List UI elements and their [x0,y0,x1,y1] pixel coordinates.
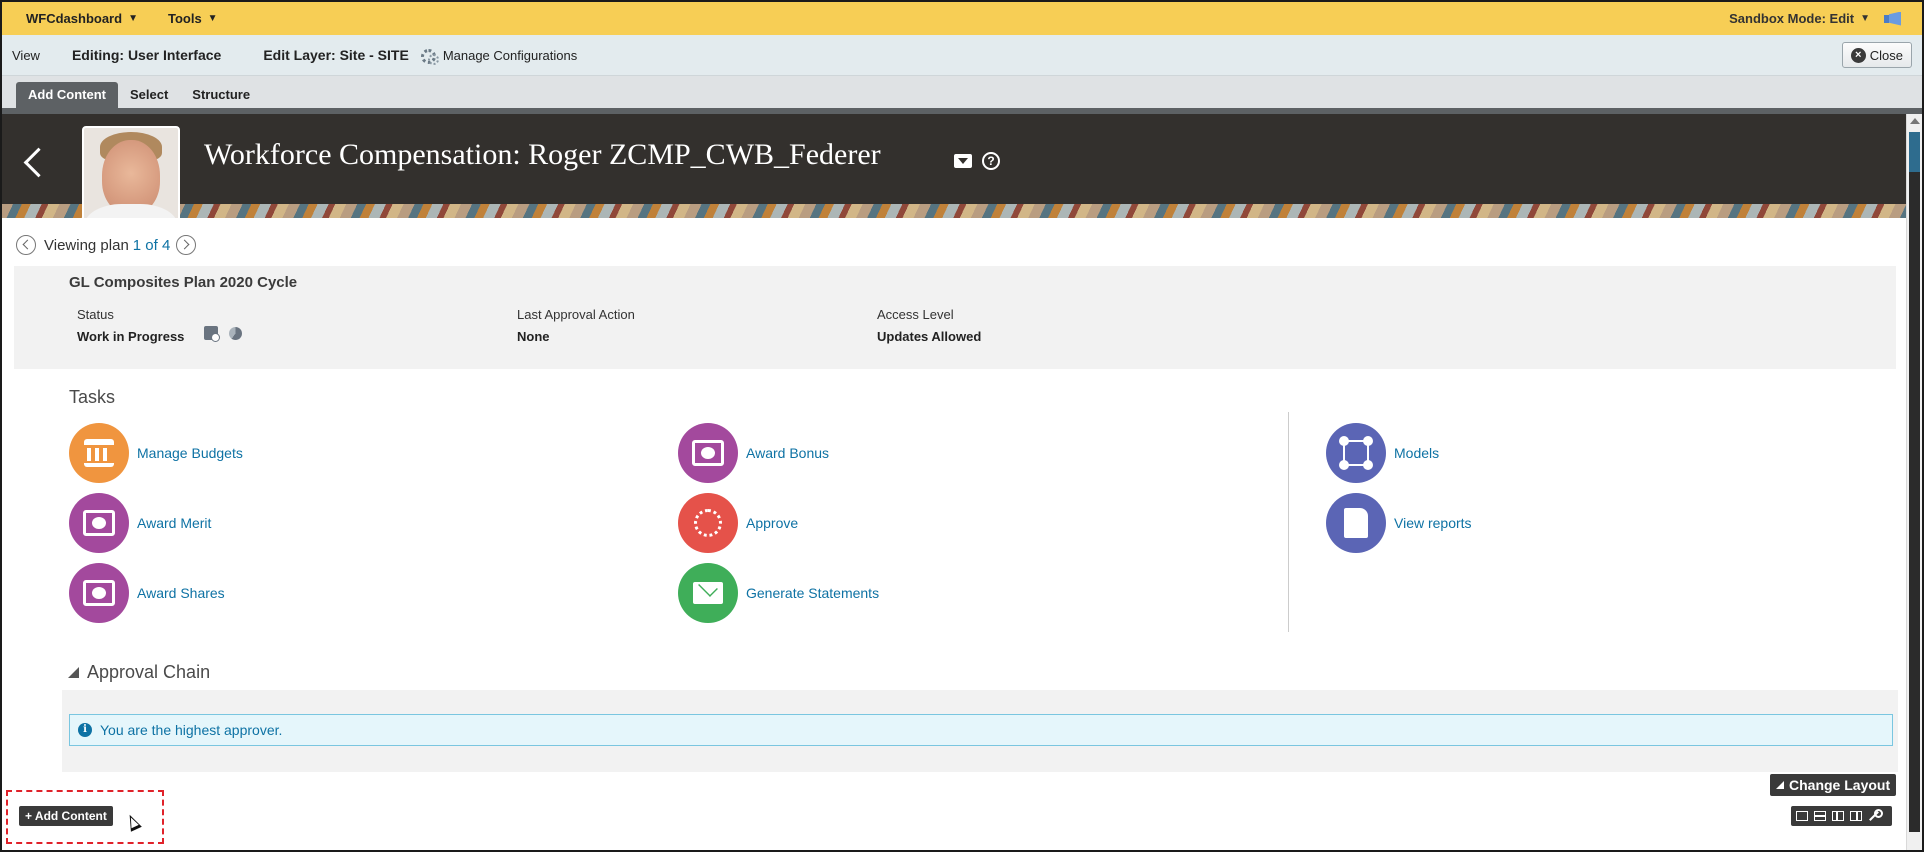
task-label: Award Merit [137,515,212,531]
approval-chain-header[interactable]: Approval Chain [68,662,210,683]
top-menu-bar: WFCdashboard ▼ Tools ▼ Sandbox Mode: Edi… [2,2,1922,35]
layout-single-icon[interactable] [1796,811,1808,821]
nodes-icon [1326,423,1386,483]
editing-bar: View Editing: User Interface Edit Layer:… [2,35,1922,76]
info-message-text: You are the highest approver. [100,722,283,738]
layout-toolbar [1791,806,1892,826]
corner-triangle-icon [1776,781,1784,789]
vertical-scrollbar[interactable] [1906,114,1922,850]
manage-configurations-link[interactable]: Manage Configurations [420,47,578,65]
approval-chain-title: Approval Chain [87,662,211,682]
plan-pager: Viewing plan 1 of 4 [16,235,197,255]
avatar [82,126,180,218]
wrench-icon[interactable] [1868,809,1883,822]
caret-down-icon: ▼ [128,13,138,24]
ring-icon [678,493,738,553]
scrollbar-thumb[interactable] [1909,132,1920,172]
add-content-button[interactable]: + Add Content [19,806,113,826]
next-plan-icon[interactable] [176,235,197,255]
scroll-up-icon[interactable] [1910,118,1920,124]
editing-label: Editing: User Interface [71,47,222,63]
plan-title: GL Composites Plan 2020 Cycle [69,274,298,291]
caret-down-icon: ▼ [207,13,218,24]
composer-tabs: Add Content Select Structure [2,76,1922,108]
bank-icon [69,423,129,483]
task-label: Approve [746,515,799,531]
previous-plan-icon[interactable] [16,235,36,255]
access-level-label: Access Level [877,307,954,322]
dropdown-icon[interactable] [954,154,972,168]
app-window: WFCdashboard ▼ Tools ▼ Sandbox Mode: Edi… [0,0,1924,852]
task-manage-budgets[interactable]: Manage Budgets [69,423,243,483]
tasks-heading: Tasks [69,387,116,407]
task-label: Award Bonus [746,445,830,461]
info-message: i You are the highest approver. [69,714,1893,746]
decorative-pattern [2,204,1908,218]
scrollbar-track [1909,172,1920,832]
task-label: Models [1394,445,1440,461]
report-icon [1326,493,1386,553]
task-label: Generate Statements [746,585,880,601]
cash-icon [69,493,129,553]
task-models[interactable]: Models [1326,423,1439,483]
gears-icon [420,48,439,65]
collapse-triangle-icon[interactable] [68,667,79,678]
envelope-icon [678,563,738,623]
viewing-plan-label: Viewing plan [44,236,129,254]
change-layout-label: Change Layout [1789,777,1891,793]
close-icon: × [1850,47,1866,63]
edit-layer-label: Edit Layer: Site - SITE [263,47,409,63]
tab-select[interactable]: Select [118,82,180,108]
menu-label: Tools [167,11,202,26]
layout-columns-icon[interactable] [1832,811,1844,821]
change-layout-button[interactable]: Change Layout [1770,774,1897,796]
task-generate-statements[interactable]: Generate Statements [678,563,879,623]
last-approval-value: None [517,329,550,344]
back-arrow-icon[interactable] [22,146,44,178]
task-award-merit[interactable]: Award Merit [69,493,211,553]
page-title: Workforce Compensation: Roger ZCMP_CWB_F… [204,138,881,171]
column-divider [1288,412,1289,632]
status-label: Status [77,307,114,322]
help-icon[interactable]: ? [982,152,1000,170]
menu-wfcdashboard[interactable]: WFCdashboard ▼ [26,11,138,26]
task-approve[interactable]: Approve [678,493,798,553]
menu-label: WFCdashboard [26,11,123,26]
close-button[interactable]: × Close [1841,42,1912,68]
status-details-icon[interactable] [204,326,220,342]
page-header-banner: Workforce Compensation: Roger ZCMP_CWB_F… [2,114,1908,218]
task-label: Manage Budgets [137,445,243,461]
close-label: Close [1869,47,1903,63]
plan-summary: GL Composites Plan 2020 Cycle Status Wor… [14,266,1896,369]
task-award-bonus[interactable]: Award Bonus [678,423,829,483]
tab-structure[interactable]: Structure [180,82,262,108]
task-label: Award Shares [137,585,225,601]
sandbox-mode-menu[interactable]: Sandbox Mode: Edit ▼ [1729,11,1902,26]
status-value: Work in Progress [77,329,185,344]
tab-add-content[interactable]: Add Content [16,82,118,108]
cash-icon [69,563,129,623]
megaphone-icon[interactable] [1884,12,1902,26]
manage-configurations-label: Manage Configurations [442,47,578,63]
layout-rows-icon[interactable] [1814,811,1826,821]
status-chart-icon[interactable] [229,327,242,340]
task-award-shares[interactable]: Award Shares [69,563,225,623]
sandbox-mode-label: Sandbox Mode: Edit [1729,11,1855,26]
info-icon: i [78,723,92,737]
cash-icon [678,423,738,483]
caret-down-icon: ▼ [1860,13,1870,24]
task-label: View reports [1394,515,1472,531]
plan-count-link[interactable]: 1 of 4 [133,237,171,254]
view-menu[interactable]: View [12,48,40,63]
last-approval-label: Last Approval Action [517,307,635,322]
menu-tools[interactable]: Tools ▼ [168,11,218,26]
access-level-value: Updates Allowed [877,329,982,344]
task-view-reports[interactable]: View reports [1326,493,1472,553]
layout-sidebar-icon[interactable] [1850,811,1862,821]
